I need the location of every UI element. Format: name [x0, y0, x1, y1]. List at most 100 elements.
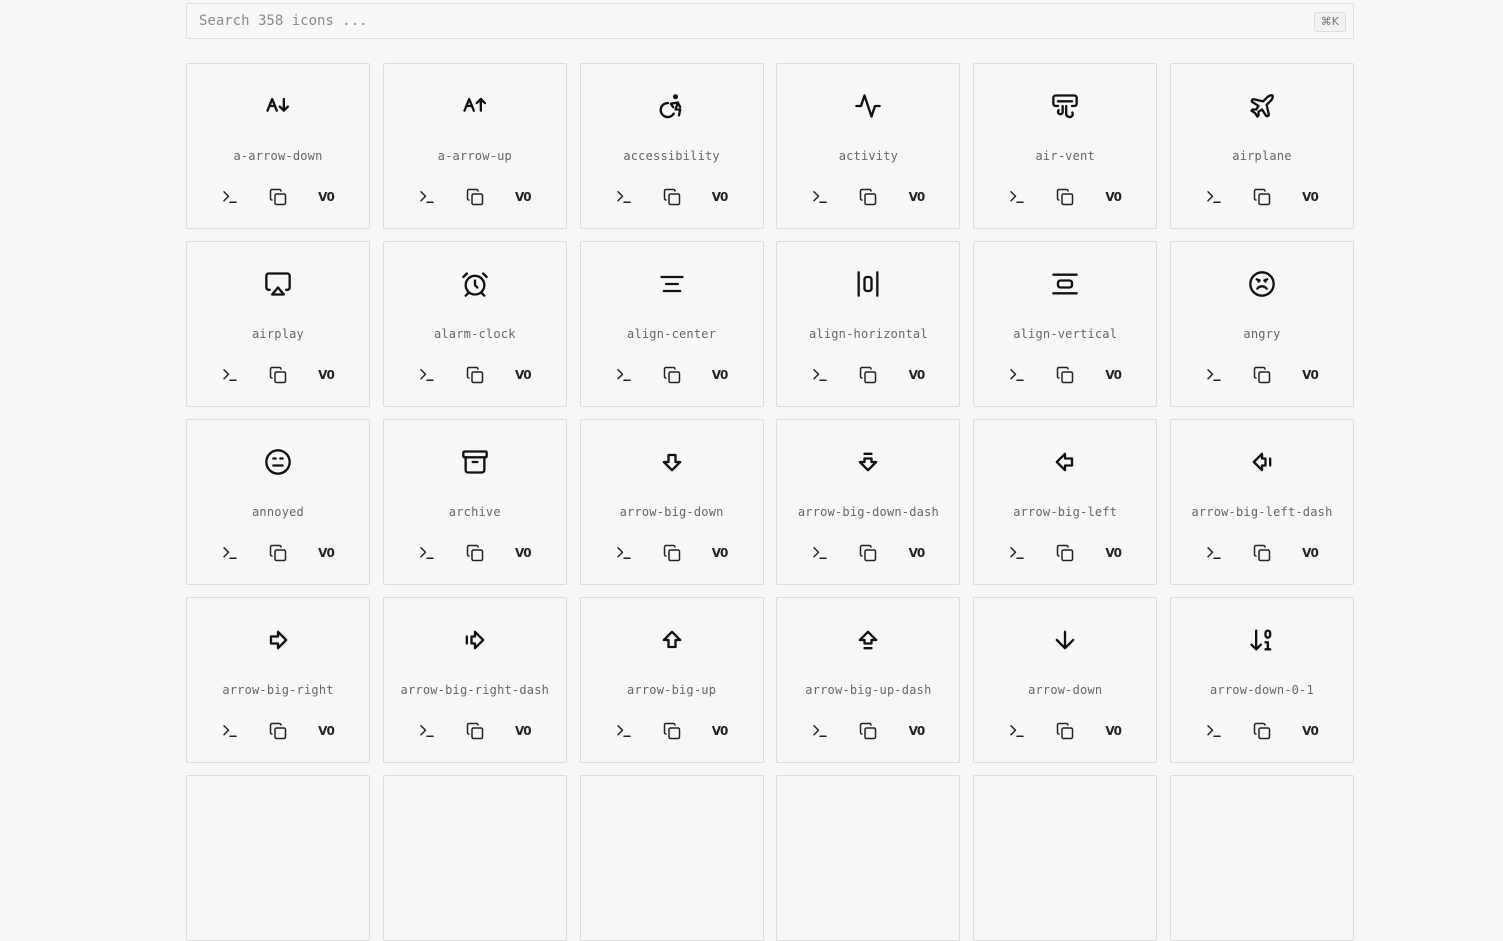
open-in-v0-button[interactable]: V0	[513, 364, 533, 386]
copy-cli-command-button[interactable]	[1007, 186, 1027, 208]
open-in-v0-button[interactable]: V0	[1300, 542, 1320, 564]
copy-svg-button[interactable]	[465, 720, 485, 742]
copy-svg-button[interactable]	[268, 364, 288, 386]
open-in-v0-button[interactable]: V0	[1300, 364, 1320, 386]
copy-cli-command-button[interactable]	[417, 720, 437, 742]
icon-card[interactable]: alarm-clock V0	[382, 241, 567, 407]
icon-card[interactable]: align-center V0	[579, 241, 764, 407]
icon-card[interactable]	[382, 775, 567, 941]
open-in-v0-button[interactable]: V0	[1103, 720, 1123, 742]
search-bar[interactable]: ⌘K	[186, 3, 1354, 39]
icon-card[interactable]: arrow-big-up V0	[579, 597, 764, 763]
icon-card[interactable]: arrow-big-right-dash V0	[382, 597, 567, 763]
copy-cli-command-button[interactable]	[614, 542, 634, 564]
icon-card[interactable]: a-arrow-up V0	[382, 63, 567, 229]
copy-cli-command-button[interactable]	[614, 186, 634, 208]
copy-svg-button[interactable]	[1252, 542, 1272, 564]
icon-card[interactable]: align-horizontal V0	[776, 241, 961, 407]
copy-cli-command-button[interactable]	[220, 720, 240, 742]
copy-cli-command-button[interactable]	[417, 186, 437, 208]
icon-card[interactable]: arrow-big-left-dash V0	[1169, 419, 1354, 585]
icon-card[interactable]: arrow-down-0-1 V0	[1169, 597, 1354, 763]
icon-card[interactable]: archive V0	[382, 419, 567, 585]
icon-card[interactable]	[1169, 775, 1354, 941]
icon-card[interactable]: accessibility V0	[579, 63, 764, 229]
copy-svg-button[interactable]	[268, 720, 288, 742]
copy-cli-command-button[interactable]	[1204, 364, 1224, 386]
icon-card[interactable]: arrow-big-left V0	[973, 419, 1158, 585]
copy-cli-command-button[interactable]	[1007, 542, 1027, 564]
icon-card[interactable]: angry V0	[1169, 241, 1354, 407]
icon-card[interactable]	[186, 775, 370, 941]
copy-svg-button[interactable]	[858, 186, 878, 208]
open-in-v0-button[interactable]: V0	[316, 542, 336, 564]
icon-card[interactable]: air-vent V0	[973, 63, 1158, 229]
open-in-v0-button[interactable]: V0	[906, 542, 926, 564]
copy-cli-command-button[interactable]	[810, 542, 830, 564]
copy-svg-button[interactable]	[465, 364, 485, 386]
copy-cli-command-button[interactable]	[417, 542, 437, 564]
open-in-v0-button[interactable]: V0	[1300, 720, 1320, 742]
copy-cli-command-button[interactable]	[1007, 720, 1027, 742]
copy-cli-command-button[interactable]	[810, 186, 830, 208]
icon-card[interactable]	[579, 775, 764, 941]
open-in-v0-button[interactable]: V0	[316, 364, 336, 386]
open-in-v0-button[interactable]: V0	[906, 364, 926, 386]
copy-cli-command-button[interactable]	[810, 720, 830, 742]
icon-card[interactable]	[776, 775, 961, 941]
icon-card[interactable]: annoyed V0	[186, 419, 370, 585]
copy-svg-button[interactable]	[662, 364, 682, 386]
copy-svg-button[interactable]	[1252, 364, 1272, 386]
icon-card[interactable]: arrow-big-up-dash V0	[776, 597, 961, 763]
copy-cli-command-button[interactable]	[614, 364, 634, 386]
copy-svg-button[interactable]	[662, 542, 682, 564]
open-in-v0-button[interactable]: V0	[513, 720, 533, 742]
copy-svg-button[interactable]	[858, 542, 878, 564]
copy-cli-command-button[interactable]	[1204, 186, 1224, 208]
icon-card[interactable]: activity V0	[776, 63, 961, 229]
copy-cli-command-button[interactable]	[220, 364, 240, 386]
open-in-v0-button[interactable]: V0	[710, 720, 730, 742]
copy-cli-command-button[interactable]	[220, 186, 240, 208]
copy-svg-button[interactable]	[1055, 186, 1075, 208]
copy-cli-command-button[interactable]	[417, 364, 437, 386]
open-in-v0-button[interactable]: V0	[710, 542, 730, 564]
copy-svg-button[interactable]	[858, 364, 878, 386]
open-in-v0-button[interactable]: V0	[906, 720, 926, 742]
open-in-v0-button[interactable]: V0	[316, 720, 336, 742]
icon-card[interactable]: arrow-big-down V0	[579, 419, 764, 585]
copy-svg-button[interactable]	[1252, 720, 1272, 742]
open-in-v0-button[interactable]: V0	[1103, 186, 1123, 208]
copy-svg-button[interactable]	[858, 720, 878, 742]
open-in-v0-button[interactable]: V0	[1103, 364, 1123, 386]
open-in-v0-button[interactable]: V0	[1103, 542, 1123, 564]
copy-svg-button[interactable]	[268, 186, 288, 208]
search-input[interactable]	[187, 4, 1353, 38]
copy-svg-button[interactable]	[1055, 364, 1075, 386]
copy-svg-button[interactable]	[1055, 542, 1075, 564]
open-in-v0-button[interactable]: V0	[316, 186, 336, 208]
copy-cli-command-button[interactable]	[220, 542, 240, 564]
copy-svg-button[interactable]	[1055, 720, 1075, 742]
icon-card[interactable]: a-arrow-down V0	[186, 63, 370, 229]
icon-card[interactable]: airplay V0	[186, 241, 370, 407]
open-in-v0-button[interactable]: V0	[513, 186, 533, 208]
icon-card[interactable]: arrow-down V0	[973, 597, 1158, 763]
copy-cli-command-button[interactable]	[810, 364, 830, 386]
icon-card[interactable]: airplane V0	[1169, 63, 1354, 229]
copy-svg-button[interactable]	[268, 542, 288, 564]
open-in-v0-button[interactable]: V0	[906, 186, 926, 208]
open-in-v0-button[interactable]: V0	[513, 542, 533, 564]
open-in-v0-button[interactable]: V0	[710, 364, 730, 386]
copy-cli-command-button[interactable]	[1204, 542, 1224, 564]
copy-svg-button[interactable]	[662, 186, 682, 208]
icon-card[interactable]	[973, 775, 1158, 941]
copy-cli-command-button[interactable]	[1204, 720, 1224, 742]
copy-svg-button[interactable]	[465, 542, 485, 564]
icon-card[interactable]: arrow-big-down-dash V0	[776, 419, 961, 585]
copy-svg-button[interactable]	[662, 720, 682, 742]
icon-card[interactable]: arrow-big-right V0	[186, 597, 370, 763]
open-in-v0-button[interactable]: V0	[710, 186, 730, 208]
copy-svg-button[interactable]	[1252, 186, 1272, 208]
copy-svg-button[interactable]	[465, 186, 485, 208]
